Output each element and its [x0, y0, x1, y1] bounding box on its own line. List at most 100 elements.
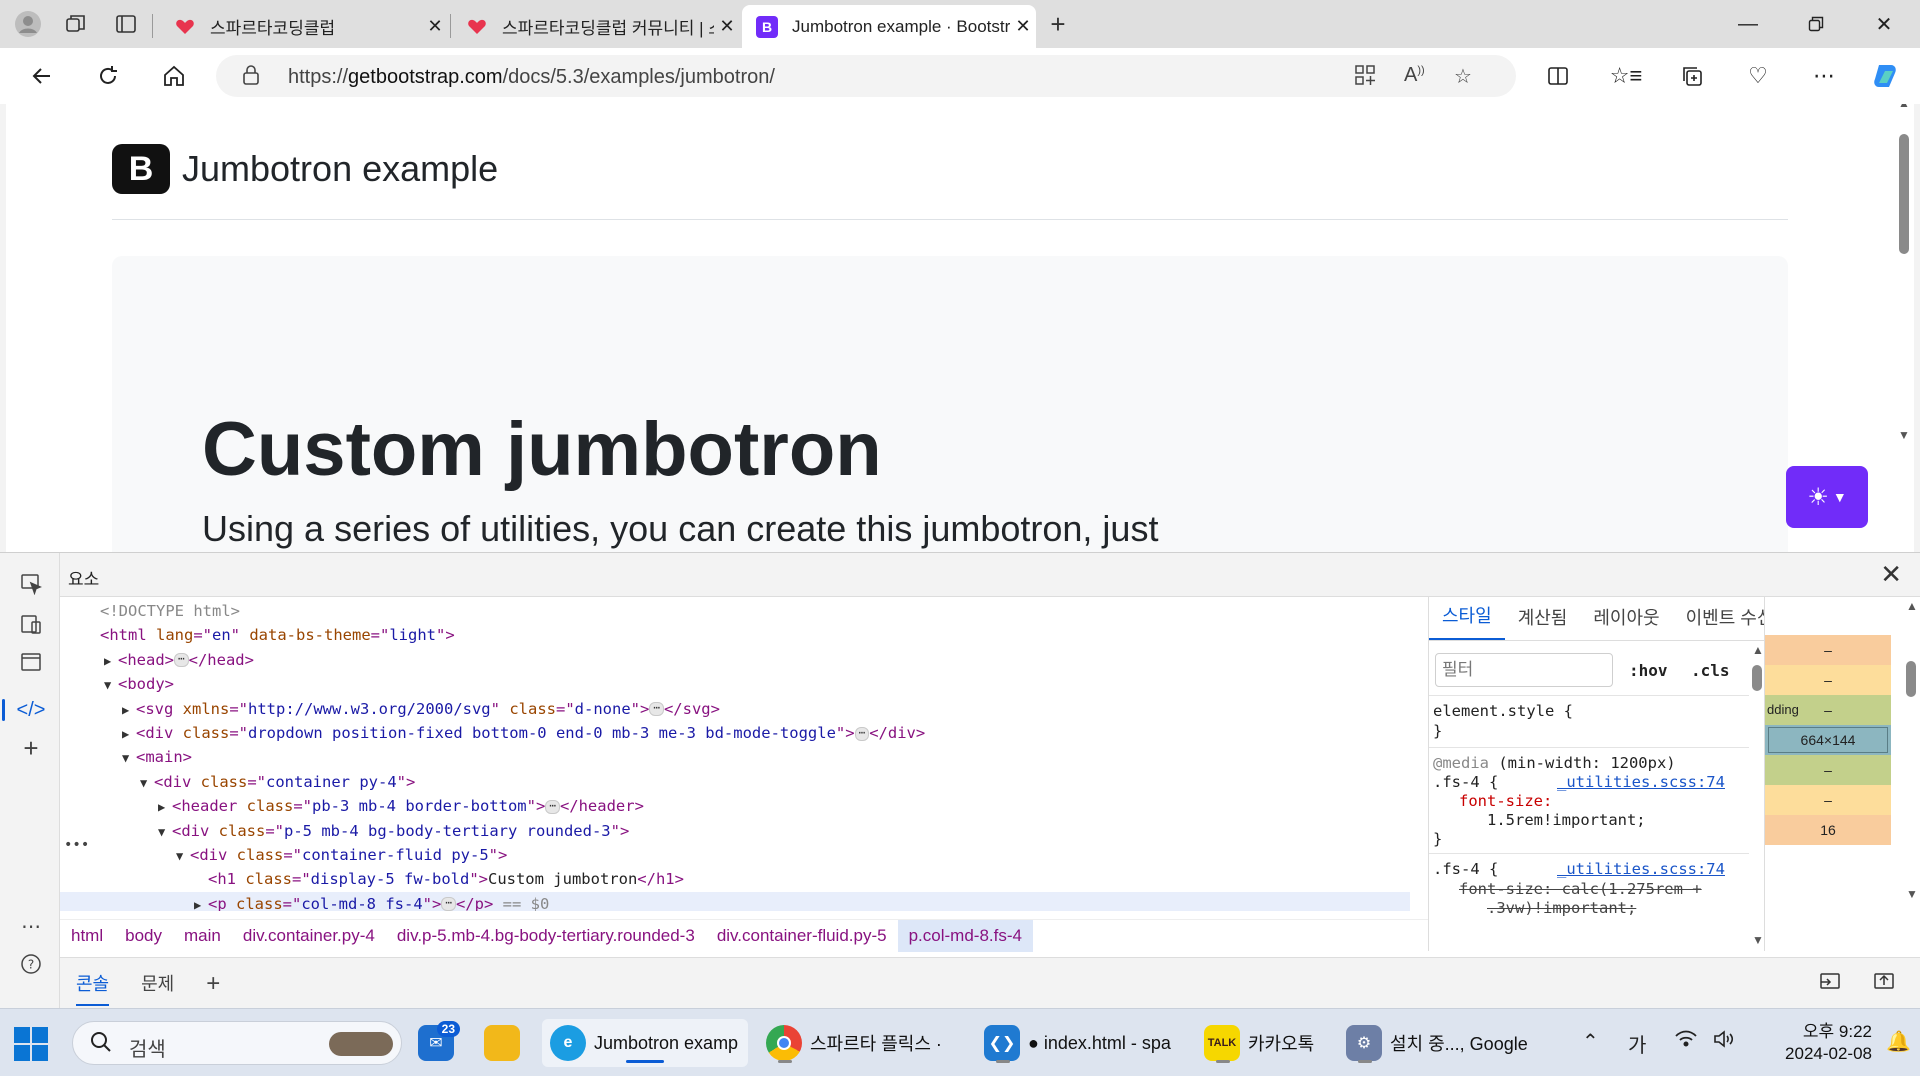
site-brand[interactable]: B Jumbotron example — [112, 144, 498, 194]
dom-node[interactable]: ▶ <header class="pb-3 mb-4 border-bottom"… — [60, 794, 1410, 818]
page-scrollbar[interactable]: ▲ ▼ — [1894, 104, 1914, 552]
theme-toggle-button[interactable]: ☀ ▼ — [1786, 466, 1868, 528]
favorite-star-icon[interactable]: ☆ — [1454, 64, 1472, 89]
dom-node[interactable]: <h1 class="display-5 fw-bold">Custom jum… — [60, 867, 1410, 891]
settings-more-icon[interactable]: ⋯ — [1806, 58, 1842, 94]
close-tab-icon[interactable]: ✕ — [1010, 16, 1036, 37]
dom-node[interactable]: ▼ <main> — [60, 745, 1410, 769]
expand-triangle-icon[interactable]: ▶ — [104, 649, 118, 673]
node-actions-icon[interactable]: ••• — [64, 837, 89, 853]
hover-state-button[interactable]: :hov — [1629, 661, 1668, 680]
taskbar-app-edge[interactable]: e Jumbotron examp — [542, 1019, 748, 1067]
box-model-content[interactable]: 664×144 — [1765, 725, 1891, 755]
close-window-icon[interactable]: ✕ — [1852, 0, 1916, 48]
dom-tree[interactable]: <!DOCTYPE html> <html lang="en" data-bs-t… — [60, 597, 1410, 911]
device-emulation-icon[interactable] — [14, 607, 48, 641]
elements-tool-icon[interactable]: </> — [2, 693, 48, 727]
system-clock[interactable]: 오후 9:22 2024-02-08 — [1762, 1021, 1872, 1065]
profile-icon[interactable] — [10, 6, 46, 42]
tab-jumbotron-example[interactable]: B Jumbotron example · Bootstrap v5 ✕ — [742, 5, 1036, 48]
breadcrumb-item[interactable]: div.p-5.mb-4.bg-body-tertiary.rounded-3 — [386, 920, 706, 952]
address-bar[interactable]: https://getbootstrap.com/docs/5.3/exampl… — [216, 55, 1516, 97]
tab-styles[interactable]: 스타일 — [1429, 602, 1505, 640]
favorites-icon[interactable]: ☆≡ — [1608, 58, 1644, 94]
breadcrumb-item[interactable]: main — [173, 920, 232, 952]
welcome-tab-icon[interactable] — [14, 645, 48, 679]
scroll-down-icon[interactable]: ▼ — [1898, 428, 1910, 442]
tab-sparta-community[interactable]: 스파르타코딩클럽 커뮤니티 | 스파 ✕ — [452, 5, 740, 48]
browser-essentials-icon[interactable]: ♡ — [1740, 58, 1776, 94]
collapsed-ellipsis[interactable]: ⋯ — [174, 653, 189, 668]
box-model-scrollbar[interactable]: ▲ ▼ — [1903, 597, 1919, 951]
dom-node[interactable]: ▼ <div class="container-fluid py-5"> — [60, 843, 1410, 867]
scroll-up-icon[interactable]: ▲ — [1752, 643, 1764, 657]
taskbar-app-kakaotalk[interactable]: TALK 카카오톡 — [1204, 1019, 1314, 1067]
expand-triangle-icon[interactable]: ▶ — [122, 722, 136, 746]
restore-icon[interactable] — [1784, 0, 1848, 48]
taskbar-app-installer[interactable]: ⚙ 설치 중..., Google — [1346, 1019, 1528, 1067]
dom-node[interactable]: ▶ <head> ⋯ </head> — [60, 648, 1410, 672]
fs4-media-rule[interactable]: @media (min-width: 1200px) .fs-4 { _util… — [1429, 747, 1749, 851]
scrollbar-thumb[interactable] — [1899, 134, 1909, 254]
ime-indicator[interactable]: 가 — [1628, 1029, 1646, 1058]
dom-node[interactable]: ▼ <div class="p-5 mb-4 bg-body-tertiary r… — [60, 819, 1410, 843]
volume-icon[interactable] — [1712, 1029, 1736, 1055]
add-tool-icon[interactable]: + — [14, 731, 48, 765]
refresh-icon[interactable] — [88, 56, 128, 96]
expand-triangle-icon[interactable]: ▶ — [158, 795, 172, 819]
dom-node[interactable]: ▶ <div class="dropdown position-fixed bot… — [60, 721, 1410, 745]
tab-console[interactable]: 콘솔 — [60, 958, 125, 1010]
close-tab-icon[interactable]: ✕ — [714, 16, 740, 37]
close-devtools-icon[interactable]: ✕ — [1880, 559, 1902, 590]
tab-event-listeners[interactable]: 이벤트 수신기 — [1673, 604, 1764, 640]
taskbar-app-vscode[interactable]: ❮❯ ● index.html - spa — [984, 1019, 1171, 1067]
add-drawer-tab-icon[interactable]: + — [190, 958, 236, 1010]
breadcrumb-item[interactable]: div.container.py-4 — [232, 920, 386, 952]
dom-node[interactable]: ▶ <svg xmlns="http://www.w3.org/2000/svg"… — [60, 697, 1410, 721]
dom-node[interactable]: <!DOCTYPE html> — [60, 599, 1410, 623]
collapse-triangle-icon[interactable]: ▼ — [176, 844, 190, 868]
dock-drawer-icon[interactable] — [1818, 970, 1842, 998]
taskbar-search[interactable]: 검색 — [72, 1021, 402, 1065]
read-aloud-icon[interactable]: A)) — [1404, 64, 1425, 87]
scrollbar-thumb[interactable] — [1752, 665, 1762, 691]
dom-node[interactable]: ▼ <div class="container py-4"> — [60, 770, 1410, 794]
dom-node-selected[interactable]: ▶ <p class="col-md-8 fs-4"> ⋯ </p> == $0 — [60, 891, 1410, 911]
home-icon[interactable] — [154, 56, 194, 96]
workspaces-icon[interactable] — [58, 6, 94, 42]
chevron-up-icon[interactable]: ⌃ — [1582, 1029, 1599, 1054]
scroll-down-icon[interactable]: ▼ — [1752, 933, 1764, 947]
lock-icon[interactable] — [242, 65, 260, 90]
scroll-up-icon[interactable]: ▲ — [1898, 104, 1910, 110]
collapsed-ellipsis[interactable]: ⋯ — [854, 726, 870, 741]
collapsed-ellipsis[interactable]: ⋯ — [441, 897, 456, 911]
scroll-down-icon[interactable]: ▼ — [1906, 887, 1918, 901]
source-link[interactable]: _utilities.scss:74 — [1557, 860, 1725, 878]
back-icon[interactable] — [22, 56, 62, 96]
minimize-icon[interactable]: — — [1716, 0, 1780, 48]
collapsed-ellipsis[interactable]: ⋯ — [545, 799, 560, 814]
more-tools-icon[interactable]: ⋯ — [14, 909, 48, 943]
taskbar-app-chrome[interactable]: 스파르타 플릭스 · — [766, 1019, 942, 1067]
collapse-triangle-icon[interactable]: ▼ — [158, 820, 172, 844]
inspect-element-icon[interactable] — [14, 567, 48, 601]
notification-icon[interactable]: 🔔 — [1886, 1029, 1911, 1054]
collapse-triangle-icon[interactable]: ▼ — [140, 771, 154, 795]
dom-node[interactable]: <html lang="en" data-bs-theme="light"> — [60, 623, 1410, 647]
help-icon[interactable]: ? — [14, 947, 48, 981]
breadcrumb-item[interactable]: html — [60, 920, 114, 952]
source-link[interactable]: _utilities.scss:74 — [1557, 773, 1725, 791]
mail-app[interactable]: ✉ 23 — [418, 1019, 462, 1067]
styles-filter-input[interactable] — [1435, 653, 1613, 687]
collapse-triangle-icon[interactable]: ▼ — [104, 673, 118, 697]
tab-actions-icon[interactable] — [108, 6, 144, 42]
class-toggle-button[interactable]: .cls — [1691, 661, 1730, 680]
dom-node[interactable]: ▼ <body> — [60, 672, 1410, 696]
windows-start-icon[interactable] — [14, 1027, 48, 1061]
new-tab-icon[interactable]: + — [1040, 6, 1076, 42]
element-style-rule[interactable]: element.style { } — [1429, 695, 1749, 745]
scrollbar-thumb[interactable] — [1906, 661, 1916, 697]
file-explorer-app[interactable] — [484, 1019, 528, 1067]
scroll-up-icon[interactable]: ▲ — [1906, 599, 1918, 613]
collapsed-ellipsis[interactable]: ⋯ — [649, 702, 664, 717]
